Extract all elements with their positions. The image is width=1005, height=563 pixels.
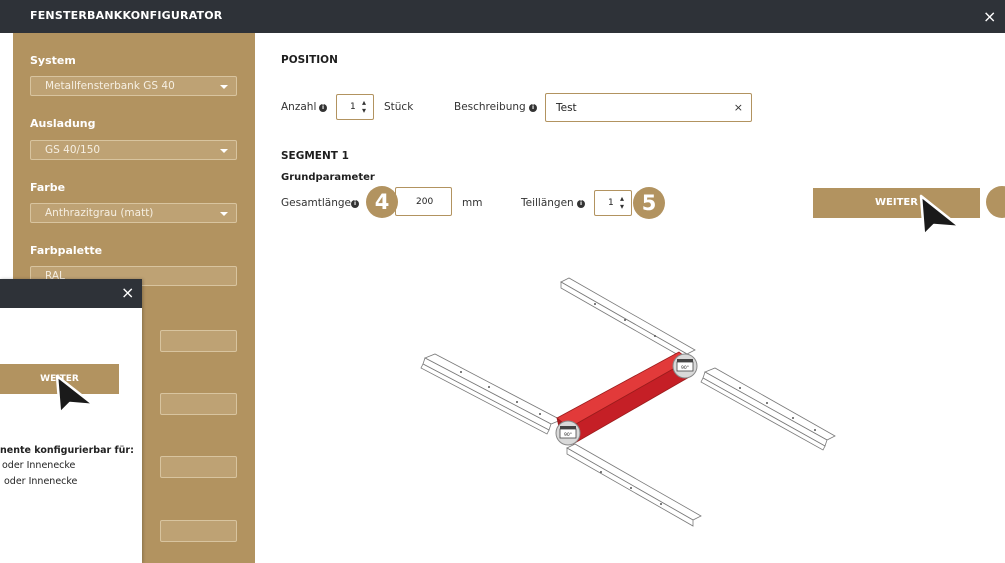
close-icon[interactable]: × <box>983 9 996 25</box>
system-label: System <box>30 54 76 67</box>
info-icon[interactable]: i <box>529 104 537 112</box>
system-value: Metallfensterbank GS 40 <box>45 80 175 92</box>
gesamtlaenge-label: Gesamtlänge <box>281 197 351 209</box>
anzahl-stepper[interactable]: 1 ▴ ▾ <box>336 94 374 120</box>
anzahl-label: Anzahl <box>281 101 317 113</box>
sidebar-field[interactable] <box>160 456 237 478</box>
farbe-value: Anthrazitgrau (matt) <box>45 207 154 219</box>
chevron-down-icon <box>220 85 228 89</box>
farbe-select[interactable]: Anthrazitgrau (matt) <box>30 203 237 223</box>
farbpalette-label: Farbpalette <box>30 244 103 257</box>
clear-icon[interactable]: × <box>734 101 743 114</box>
sidebar-field[interactable] <box>160 520 237 542</box>
step-badge-4: 4 <box>366 186 398 218</box>
teillaengen-stepper[interactable]: 1 ▴ ▾ <box>594 190 632 216</box>
info-icon[interactable]: i <box>351 200 359 208</box>
ausladung-label: Ausladung <box>30 117 96 130</box>
system-select[interactable]: Metallfensterbank GS 40 <box>30 76 237 96</box>
beschreibung-value: Test <box>556 102 577 114</box>
window-sill-illustration: 90° 90° <box>420 277 836 527</box>
info-icon[interactable]: i <box>577 200 585 208</box>
beschreibung-label: Beschreibung <box>454 101 526 113</box>
app-title: FENSTERBANKKONFIGURATOR <box>30 9 223 22</box>
anzahl-value: 1 <box>350 102 356 112</box>
position-heading: POSITION <box>281 54 338 66</box>
sidebar-field[interactable] <box>160 330 237 352</box>
popup-title-bar: × <box>0 279 142 308</box>
teillaengen-label: Teillängen <box>521 197 574 209</box>
chevron-down-icon <box>220 212 228 216</box>
gesamtlaenge-input[interactable]: 200 <box>395 187 452 216</box>
popup-text-line: oder Innenecke <box>4 476 78 487</box>
gesamtlaenge-value: 200 <box>416 197 434 207</box>
segment-heading: SEGMENT 1 <box>281 150 349 162</box>
beschreibung-input[interactable]: Test × <box>545 93 752 122</box>
step-badge-5: 5 <box>633 187 665 219</box>
cursor-arrow-icon <box>55 374 96 415</box>
step-badge-6 <box>986 186 1005 218</box>
chevron-down-icon <box>220 149 228 153</box>
title-bar: FENSTERBANKKONFIGURATOR × <box>0 0 1005 33</box>
ausladung-value: GS 40/150 <box>45 144 101 156</box>
sidebar-field[interactable] <box>160 393 237 415</box>
popup-text-line: oder Innenecke <box>2 460 76 471</box>
cursor-arrow-icon <box>919 194 962 237</box>
unit-label: mm <box>462 197 483 209</box>
stepper-arrows-icon[interactable]: ▴ ▾ <box>362 99 366 115</box>
farbe-label: Farbe <box>30 181 66 194</box>
info-icon[interactable]: i <box>319 104 327 112</box>
stepper-arrows-icon[interactable]: ▴ ▾ <box>620 195 624 211</box>
angle-right-label: 90° <box>681 365 689 371</box>
popup-text-heading: nente konfigurierbar für: <box>0 445 134 456</box>
angle-left-label: 90° <box>564 432 572 438</box>
ausladung-select[interactable]: GS 40/150 <box>30 140 237 160</box>
grundparameter-heading: Grundparameter <box>281 172 375 183</box>
close-icon[interactable]: × <box>121 285 134 301</box>
stueck-label: Stück <box>384 101 414 113</box>
teillaengen-value: 1 <box>608 198 614 208</box>
help-popup: × WEITER nente konfigurierbar für: oder … <box>0 279 142 563</box>
